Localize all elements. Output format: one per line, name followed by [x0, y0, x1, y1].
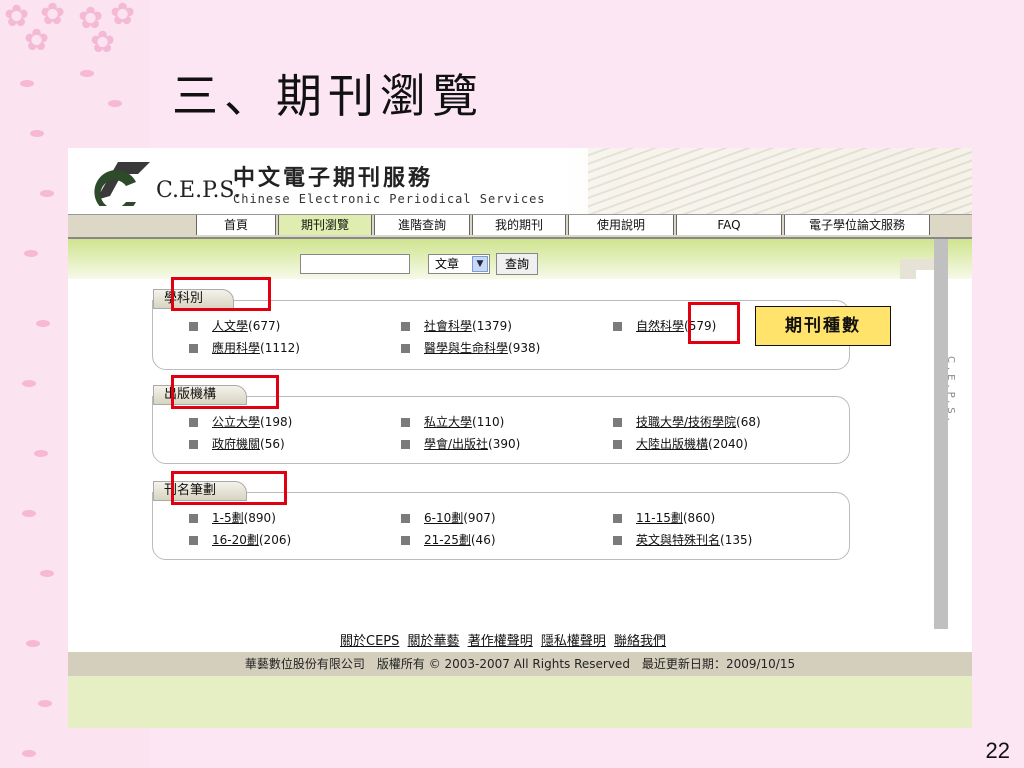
footer-links: 關於CEPS 關於華藝 著作權聲明 隱私權聲明 聯絡我們 [340, 630, 670, 649]
footer-link-privacy[interactable]: 隱私權聲明 [541, 634, 606, 649]
link-natural-science[interactable]: 自然科學 [636, 319, 684, 333]
link-strokes-1-5[interactable]: 1-5劃 [212, 511, 244, 525]
link-public-university[interactable]: 公立大學 [212, 415, 260, 429]
list-item: 英文與特殊刊名(135) [613, 531, 752, 548]
logo-text: C.E.P.S. [156, 178, 241, 203]
link-medicine[interactable]: 醫學與生命科學 [424, 341, 508, 355]
list-item: 大陸出版機構(2040) [613, 435, 748, 452]
highlight-box-count [688, 302, 740, 344]
search-type-select[interactable]: 文章 ▼ [428, 254, 490, 274]
list-item: 技職大學/技術學院(68) [613, 413, 761, 430]
select-value: 文章 [435, 257, 460, 271]
list-item: 社會科學(1379) [401, 317, 512, 334]
flower-icon: ✿ [90, 25, 116, 60]
link-strokes-11-15[interactable]: 11-15劃 [636, 511, 683, 525]
link-society-publisher[interactable]: 學會/出版社 [424, 437, 488, 451]
highlight-box-publisher [171, 375, 279, 409]
list-item: 公立大學(198) [189, 413, 292, 430]
list-item: 應用科學(1112) [189, 339, 300, 356]
list-item: 學會/出版社(390) [401, 435, 520, 452]
nav-advanced-search[interactable]: 進階查詢 [374, 215, 470, 235]
highlight-box-subject [171, 277, 271, 311]
list-item: 21-25劃(46) [401, 531, 496, 548]
link-strokes-21-25[interactable]: 21-25劃 [424, 533, 471, 547]
footer-copyright: 華藝數位股份有限公司 版權所有 © 2003-2007 All Rights R… [68, 652, 972, 676]
list-item: 政府機關(56) [189, 435, 285, 452]
page-number: 22 [985, 738, 1010, 763]
link-private-university[interactable]: 私立大學 [424, 415, 472, 429]
screenshot-panel: C.E.P.S. 中文電子期刊服務 Chinese Electronic Per… [68, 148, 972, 728]
nav-help[interactable]: 使用說明 [568, 215, 674, 235]
nav-browse[interactable]: 期刊瀏覽 [278, 215, 372, 235]
chevron-down-icon[interactable]: ▼ [472, 256, 488, 272]
link-social-science[interactable]: 社會科學 [424, 319, 472, 333]
top-nav: 首頁 期刊瀏覽 進階查詢 我的期刊 使用說明 FAQ 電子學位論文服務 [68, 214, 972, 239]
link-strokes-6-10[interactable]: 6-10劃 [424, 511, 463, 525]
footer-link-copyright[interactable]: 著作權聲明 [468, 634, 533, 649]
link-government[interactable]: 政府機關 [212, 437, 260, 451]
list-item: 16-20劃(206) [189, 531, 291, 548]
book-banner-image [588, 148, 972, 216]
link-humanities[interactable]: 人文學 [212, 319, 248, 333]
ceps-logo-icon [94, 162, 150, 206]
list-item: 人文學(677) [189, 317, 280, 334]
list-item: 1-5劃(890) [189, 509, 276, 526]
link-mainland-publisher[interactable]: 大陸出版機構 [636, 437, 708, 451]
nav-home[interactable]: 首頁 [196, 215, 276, 235]
nav-my-journals[interactable]: 我的期刊 [472, 215, 566, 235]
callout-label: 期刊種數 [755, 306, 891, 346]
slide-title: 三、期刊瀏覽 [172, 69, 484, 123]
side-label: C.E.P.S. [945, 356, 956, 425]
link-english-special[interactable]: 英文與特殊刊名 [636, 533, 720, 547]
footer-link-contact[interactable]: 聯絡我們 [614, 634, 666, 649]
list-item: 私立大學(110) [401, 413, 504, 430]
site-subtitle: Chinese Electronic Periodical Services [233, 192, 546, 206]
nav-thesis-service[interactable]: 電子學位論文服務 [784, 215, 930, 235]
side-bar [934, 239, 948, 629]
nav-faq[interactable]: FAQ [676, 215, 782, 235]
search-button[interactable]: 查詢 [496, 253, 538, 275]
list-item: 6-10劃(907) [401, 509, 496, 526]
flower-icon: ✿ [24, 23, 50, 58]
list-item: 11-15劃(860) [613, 509, 715, 526]
list-item: 醫學與生命科學(938) [401, 339, 540, 356]
link-applied-science[interactable]: 應用科學 [212, 341, 260, 355]
link-strokes-16-20[interactable]: 16-20劃 [212, 533, 259, 547]
highlight-box-strokes [171, 471, 287, 505]
footer-link-about-ceps[interactable]: 關於CEPS [340, 634, 399, 649]
search-input[interactable] [300, 254, 410, 274]
site-title: 中文電子期刊服務 [233, 166, 434, 191]
link-technical-college[interactable]: 技職大學/技術學院 [636, 415, 736, 429]
footer-link-about-airiti[interactable]: 關於華藝 [408, 634, 460, 649]
